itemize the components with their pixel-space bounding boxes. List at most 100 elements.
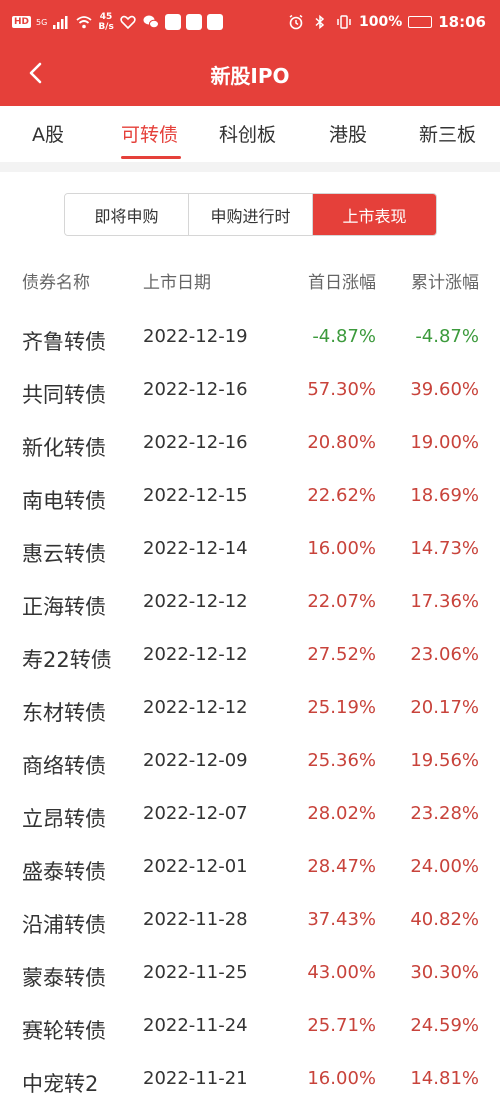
table-row[interactable]: 中宠转2 2022-11-21 16.00% 14.81% [0, 1054, 500, 1107]
first-day-gain: 27.52% [307, 644, 376, 665]
header-bond-name[interactable]: 债券名称 [22, 268, 90, 293]
status-right: 100% 18:06 [287, 8, 486, 36]
bond-name: 惠云转债 [22, 542, 106, 566]
table-row[interactable]: 蒙泰转债 2022-11-25 43.00% 30.30% [0, 948, 500, 1001]
cumulative-gain: 24.00% [410, 856, 479, 877]
bond-name: 南电转债 [22, 489, 106, 513]
table-row[interactable]: 赛轮转债 2022-11-24 25.71% 24.59% [0, 1001, 500, 1054]
table-header: 债券名称 上市日期 首日涨幅 累计涨幅 [0, 268, 500, 304]
segment-upcoming[interactable]: 即将申购 [65, 194, 189, 235]
cumulative-gain: 40.82% [410, 909, 479, 930]
heart-icon [120, 15, 136, 30]
table-row[interactable]: 惠云转债 2022-12-14 16.00% 14.73% [0, 524, 500, 577]
table-row[interactable]: 齐鲁转债 2022-12-19 -4.87% -4.87% [0, 312, 500, 365]
status-left: HD 5G 45 B/s [12, 8, 223, 36]
cumulative-gain: 20.17% [410, 697, 479, 718]
news-app-icon [185, 14, 202, 30]
table-row[interactable]: 南电转债 2022-12-15 22.62% 18.69% [0, 471, 500, 524]
listing-date: 2022-11-24 [143, 1015, 248, 1036]
table-row[interactable]: 立昂转债 2022-12-07 28.02% 23.28% [0, 789, 500, 842]
first-day-gain: 43.00% [307, 962, 376, 983]
listing-date: 2022-12-01 [143, 856, 248, 877]
bond-name: 中宠转2 [22, 1072, 99, 1096]
signal-icon [53, 16, 68, 29]
table-row[interactable]: 新化转债 2022-12-16 20.80% 19.00% [0, 418, 500, 471]
listing-date: 2022-12-16 [143, 379, 248, 400]
listing-date: 2022-12-12 [143, 591, 248, 612]
bond-list: 齐鲁转债 2022-12-19 -4.87% -4.87% 共同转债 2022-12-16… [0, 312, 500, 1107]
listing-date: 2022-12-16 [143, 432, 248, 453]
listing-date: 2022-12-15 [143, 485, 248, 506]
title-bar: 新股IPO [0, 44, 500, 106]
tab-neeq[interactable]: 新三板 [419, 120, 476, 147]
bond-name: 东材转债 [22, 701, 106, 725]
table-row[interactable]: 盛泰转债 2022-12-01 28.47% 24.00% [0, 842, 500, 895]
battery-icon [408, 16, 433, 28]
first-day-gain: 28.47% [307, 856, 376, 877]
cumulative-gain: 19.00% [410, 432, 479, 453]
table-row[interactable]: 沿浦转债 2022-11-28 37.43% 40.82% [0, 895, 500, 948]
bond-name: 齐鲁转债 [22, 330, 106, 354]
listing-date: 2022-12-12 [143, 697, 248, 718]
weibo-app-icon [164, 14, 181, 30]
header-cumulative-gain[interactable]: 累计涨幅 [411, 268, 479, 293]
wechat-icon [143, 15, 159, 29]
listing-date: 2022-12-14 [143, 538, 248, 559]
table-row[interactable]: 共同转债 2022-12-16 57.30% 39.60% [0, 365, 500, 418]
header-listing-date[interactable]: 上市日期 [143, 268, 211, 293]
bond-name: 蒙泰转债 [22, 966, 106, 990]
table-row[interactable]: 商络转债 2022-12-09 25.36% 19.56% [0, 736, 500, 789]
bluetooth-icon [315, 14, 325, 30]
table-row[interactable]: 东材转债 2022-12-12 25.19% 20.17% [0, 683, 500, 736]
category-tabs: A股 可转债 科创板 港股 新三板 [0, 106, 500, 164]
first-day-gain: 25.71% [307, 1015, 376, 1036]
listing-date: 2022-12-12 [143, 644, 248, 665]
tab-convertible-bond[interactable]: 可转债 [121, 120, 178, 147]
bond-name: 盛泰转债 [22, 860, 106, 884]
hd-indicator: HD [12, 16, 32, 28]
bond-name: 寿22转债 [22, 648, 112, 672]
section-divider [0, 162, 500, 172]
cumulative-gain: 14.81% [410, 1068, 479, 1089]
wifi-icon [76, 16, 92, 29]
cumulative-gain: -4.87% [415, 326, 479, 347]
first-day-gain: 25.36% [307, 750, 376, 771]
segment-in-progress[interactable]: 申购进行时 [189, 194, 313, 235]
cumulative-gain: 17.36% [410, 591, 479, 612]
net-speed-unit: B/s [98, 22, 114, 32]
bond-name: 立昂转债 [22, 807, 106, 831]
bond-name: 商络转债 [22, 754, 106, 778]
net-speed: 45 B/s [98, 12, 114, 32]
table-row[interactable]: 正海转债 2022-12-12 22.07% 17.36% [0, 577, 500, 630]
first-day-gain: 16.00% [307, 1068, 376, 1089]
first-day-gain: -4.87% [312, 326, 376, 347]
page-title: 新股IPO [210, 64, 290, 88]
bond-name: 正海转债 [22, 595, 106, 619]
bond-name: 赛轮转债 [22, 1019, 106, 1043]
vibrate-icon [337, 15, 351, 29]
netease-app-icon [206, 14, 223, 30]
tab-a-share[interactable]: A股 [32, 120, 64, 147]
tab-star-market[interactable]: 科创板 [219, 120, 276, 147]
cumulative-gain: 39.60% [410, 379, 479, 400]
alarm-icon [289, 14, 303, 30]
first-day-gain: 57.30% [307, 379, 376, 400]
tab-hk-stock[interactable]: 港股 [329, 120, 367, 147]
bond-name: 共同转债 [22, 383, 106, 407]
cumulative-gain: 18.69% [410, 485, 479, 506]
first-day-gain: 37.43% [307, 909, 376, 930]
cumulative-gain: 24.59% [410, 1015, 479, 1036]
segment-listing-performance[interactable]: 上市表现 [313, 194, 436, 235]
table-row[interactable]: 寿22转债 2022-12-12 27.52% 23.06% [0, 630, 500, 683]
battery-percent: 100% [358, 14, 403, 30]
listing-date: 2022-12-19 [143, 326, 248, 347]
status-bar: HD 5G 45 B/s 100% 18:06 [0, 0, 500, 44]
cumulative-gain: 23.06% [410, 644, 479, 665]
net-speed-value: 45 [99, 12, 113, 22]
header-first-day-gain[interactable]: 首日涨幅 [308, 268, 376, 293]
bond-name: 沿浦转债 [22, 913, 106, 937]
first-day-gain: 20.80% [307, 432, 376, 453]
listing-date: 2022-11-25 [143, 962, 248, 983]
first-day-gain: 22.07% [307, 591, 376, 612]
bond-name: 新化转债 [22, 436, 106, 460]
